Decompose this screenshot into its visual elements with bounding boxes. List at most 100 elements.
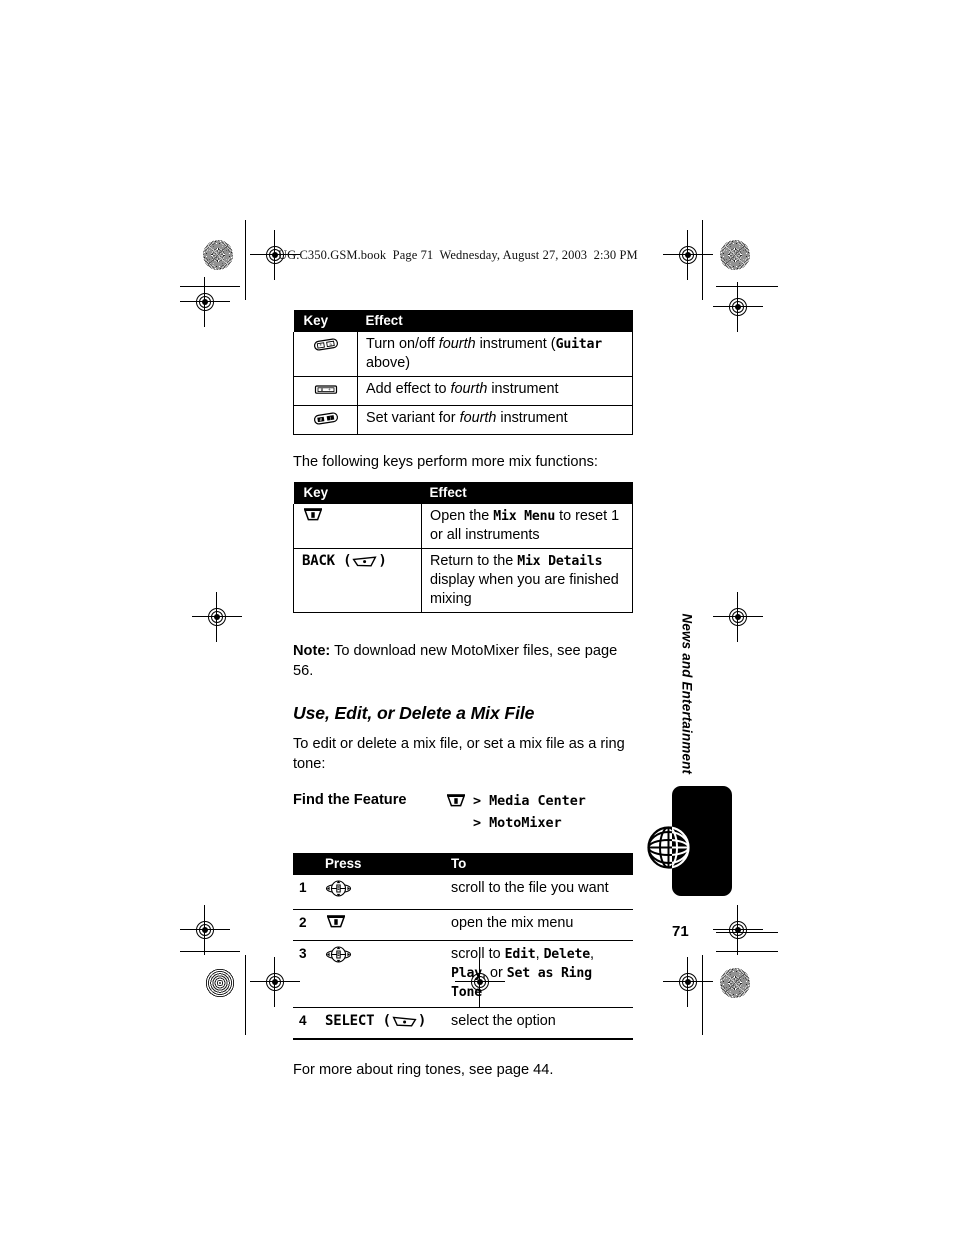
table-row: 3 scroll to Edit, Delete, Play, or Set a… [293, 940, 633, 1008]
menu-key-icon [445, 793, 467, 814]
column-header-press: Press [325, 853, 451, 876]
press-cell [325, 940, 451, 1008]
halftone-swatch-bottom-right [720, 968, 750, 998]
section-heading: Use, Edit, or Delete a Mix File [293, 702, 535, 723]
column-header-effect: Effect [421, 482, 633, 505]
find-the-feature-label: Find the Feature [293, 791, 407, 808]
registration-mark-right-middle [713, 592, 763, 642]
paren-open: ( [374, 1012, 391, 1029]
effect-text-em: fourth [459, 410, 497, 427]
step-number: 3 [293, 940, 325, 1008]
crop-line-right-midupper [716, 932, 778, 934]
table-header-row: Press To [293, 853, 633, 876]
to-cell: scroll to the file you want [451, 875, 633, 910]
select-key-label: SELECT [325, 1012, 375, 1029]
effect-text-pre: Open the [430, 508, 494, 525]
globe-icon [645, 824, 692, 871]
effect-text-mid: instrument ( [475, 336, 556, 352]
side-tab-label: News and Entertainment [679, 613, 695, 775]
svg-text:0: 0 [320, 387, 323, 393]
table-row: 0 + Add effect to fourth instrument [293, 376, 633, 407]
manual-page: UG.C350.GSM.book Page 71 Wednesday, Augu… [0, 0, 954, 1235]
star-key-icon: * a [313, 338, 339, 357]
nav-key-icon [325, 945, 352, 970]
registration-mark-left-lower [180, 905, 230, 955]
zero-plus-key-icon: 0 + [313, 383, 339, 402]
table-row: 4 SELECT ( ) select the option [293, 1007, 633, 1040]
to-option-1: Edit [504, 946, 536, 962]
table-row: # ) Set variant for fourth instrument [293, 405, 633, 436]
to-cell: open the mix menu [451, 909, 633, 941]
table-header-row: Key Effect [293, 310, 633, 332]
intro-more-keys-text: The following keys perform more mix func… [293, 454, 598, 471]
book-header-line: UG.C350.GSM.book Page 71 Wednesday, Augu… [278, 248, 638, 262]
column-header-effect: Effect [357, 310, 633, 332]
crop-line-bottom-right [716, 951, 778, 953]
effect-text-pre: Set variant for [366, 410, 460, 427]
press-cell: SELECT ( ) [325, 1007, 451, 1040]
column-header-to: To [451, 853, 633, 876]
column-header-number [293, 853, 325, 876]
effect-cell: Return to the Mix Details display when y… [421, 548, 633, 614]
to-option-2: Delete [543, 946, 591, 962]
key-cell: BACK ( ) [293, 548, 422, 614]
crop-line-top-left [180, 286, 240, 288]
closing-text: For more about ring tones, see page 44. [293, 1061, 554, 1078]
note-paragraph: Note: To download new MotoMixer files, s… [293, 641, 633, 681]
table-header-row: Key Effect [293, 482, 633, 505]
section-intro-text: To edit or delete a mix file, or set a m… [293, 735, 625, 772]
key-cell: * a [293, 332, 358, 378]
press-cell [325, 875, 451, 910]
registration-mark-right-lower [713, 905, 763, 955]
to-cell: select the option [451, 1007, 633, 1040]
find-the-feature-block: Find the Feature > Media Center > MotoMi… [293, 792, 633, 833]
to-text-pre: scroll to [451, 945, 505, 962]
note-label: Note: [293, 643, 331, 660]
registration-mark-left-middle [192, 592, 242, 642]
column-header-key: Key [293, 482, 422, 505]
key-cell: # ) [293, 405, 358, 436]
to-text: select the option [451, 1012, 556, 1029]
menu-key-icon [325, 914, 347, 936]
menu-path-line-1: > Media Center [473, 793, 586, 809]
effect-text-post: above) [366, 355, 411, 372]
key-effect-table-1: Key Effect * a Turn on/off fourth instru… [293, 310, 633, 436]
effect-text-pre: Add effect to [366, 381, 451, 398]
effect-text-em: fourth [450, 381, 488, 398]
menu-path-line-2: > MotoMixer [473, 815, 562, 831]
to-cell: scroll to Edit, Delete, Play, or Set as … [451, 940, 633, 1008]
trim-line-left-bottom [245, 955, 247, 1035]
effect-cell: Set variant for fourth instrument [357, 405, 633, 436]
table-row: Open the Mix Menu to reset 1 or all inst… [293, 504, 633, 550]
effect-text-mono: Guitar [555, 337, 603, 352]
halftone-swatch-top-right [720, 240, 750, 270]
nav-key-icon [325, 879, 352, 904]
to-sep-2: , [590, 945, 594, 962]
note-text: To download new MotoMixer files, see pag… [293, 643, 618, 680]
effect-cell: Open the Mix Menu to reset 1 or all inst… [421, 504, 633, 550]
paren-open: ( [334, 553, 352, 570]
table-row: * a Turn on/off fourth instrument (Guita… [293, 332, 633, 378]
registration-mark-top-right [663, 230, 713, 280]
press-cell [325, 909, 451, 941]
paren-close: ) [378, 553, 387, 570]
trim-line-right [702, 220, 704, 300]
halftone-swatch-bottom-left [205, 968, 235, 998]
step-number: 4 [293, 1007, 325, 1040]
back-key-label: BACK [302, 553, 335, 570]
svg-text:+: + [328, 388, 331, 393]
halftone-swatch-top-left [203, 240, 233, 270]
effect-text-post: display when you are finished mixing [430, 572, 619, 608]
trim-line-right-bottom [702, 955, 704, 1035]
registration-mark-bottom-left [250, 957, 300, 1007]
key-cell: 0 + [293, 376, 358, 407]
effect-cell: Add effect to fourth instrument [357, 376, 633, 407]
softkey-icon [351, 555, 378, 574]
table-row: 1 scroll to the file you want [293, 875, 633, 910]
page-number: 71 [672, 923, 689, 940]
table-row: BACK ( ) Return to the Mix Details displ… [293, 548, 633, 614]
to-sep-1: , [535, 945, 544, 962]
effect-text-mono: Mix Details [517, 554, 603, 570]
column-header-key: Key [293, 310, 358, 332]
effect-text-mid: instrument [496, 410, 568, 427]
